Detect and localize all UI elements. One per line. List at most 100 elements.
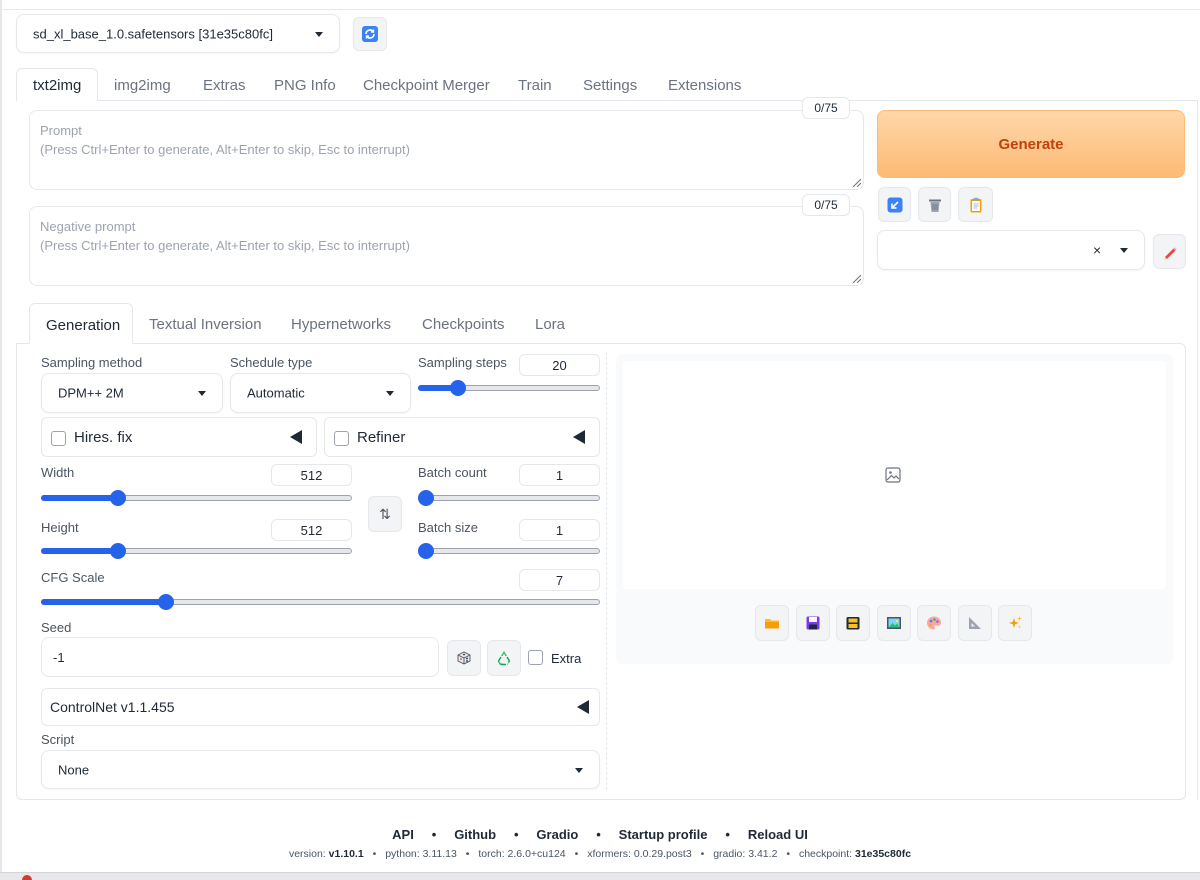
left-border xyxy=(0,0,2,880)
slider-thumb[interactable] xyxy=(449,380,466,396)
version-label: version: xyxy=(288,848,326,860)
prompt-textarea[interactable]: Prompt (Press Ctrl+Enter to generate, Al… xyxy=(29,110,864,190)
seed-input[interactable]: -1 xyxy=(41,637,439,677)
archive-icon xyxy=(846,617,860,630)
batch-size-label: Batch size xyxy=(418,520,478,535)
slider-thumb[interactable] xyxy=(110,543,127,559)
footer-separator: • xyxy=(372,848,377,860)
height-slider[interactable] xyxy=(41,543,352,559)
footer-link-api[interactable]: API xyxy=(392,827,414,842)
slider-thumb[interactable] xyxy=(157,594,174,610)
tab-extras[interactable]: Extras xyxy=(203,77,246,94)
save-button[interactable] xyxy=(796,605,830,641)
reuse-seed-button[interactable] xyxy=(487,640,521,676)
tab-generation[interactable]: Generation xyxy=(29,303,133,344)
taskbar-app-icon xyxy=(22,875,32,880)
footer-links: API • Github • Gradio • Startup profile … xyxy=(0,826,1200,842)
checkpoint-select[interactable]: sd_xl_base_1.0.safetensors [31e35c80fc] xyxy=(16,14,340,53)
upscale-button[interactable] xyxy=(998,605,1032,641)
slider-fill xyxy=(41,548,119,554)
tab-png-info[interactable]: PNG Info xyxy=(274,77,336,94)
send-to-inpaint-button[interactable] xyxy=(917,605,951,641)
cfg-scale-slider[interactable] xyxy=(41,594,600,610)
tab-textual-inversion[interactable]: Textual Inversion xyxy=(149,316,262,333)
script-select[interactable]: None xyxy=(41,750,600,789)
prompt-placeholder: (Press Ctrl+Enter to generate, Alt+Enter… xyxy=(40,142,410,157)
swap-arrows-icon: ⇅ xyxy=(379,505,391,522)
clear-prompt-button[interactable] xyxy=(918,187,951,222)
slider-thumb[interactable] xyxy=(418,543,434,559)
footer-link-github[interactable]: Github xyxy=(454,827,496,842)
tab-label: txt2img xyxy=(33,77,82,94)
send-to-img2img-button[interactable] xyxy=(877,605,911,641)
read-params-button[interactable] xyxy=(878,187,911,222)
tab-train[interactable]: Train xyxy=(518,77,552,94)
generate-button[interactable]: Generate xyxy=(877,110,1185,178)
tab-img2img[interactable]: img2img xyxy=(114,77,171,94)
negative-prompt-placeholder: (Press Ctrl+Enter to generate, Alt+Enter… xyxy=(40,238,410,253)
styles-select[interactable]: × xyxy=(877,230,1145,270)
tab-txt2img[interactable]: txt2img xyxy=(16,68,98,101)
clear-selection-icon[interactable]: × xyxy=(1093,242,1101,258)
slider-track xyxy=(418,495,600,501)
footer-link-reload-ui[interactable]: Reload UI xyxy=(748,827,808,842)
negative-prompt-textarea[interactable]: Negative prompt (Press Ctrl+Enter to gen… xyxy=(29,206,864,286)
extra-seed-checkbox[interactable] xyxy=(528,650,543,665)
open-folder-button[interactable] xyxy=(755,605,789,641)
slider-thumb[interactable] xyxy=(418,490,434,506)
tab-extensions[interactable]: Extensions xyxy=(668,77,741,94)
main-tabs: txt2img img2img Extras PNG Info Checkpoi… xyxy=(16,68,1198,101)
batch-size-slider[interactable] xyxy=(418,543,600,559)
edit-styles-button[interactable] xyxy=(1153,234,1186,269)
seed-value: -1 xyxy=(53,650,65,665)
controlnet-label: ControlNet v1.1.455 xyxy=(50,699,175,715)
width-label: Width xyxy=(41,465,75,480)
image-preview-area[interactable] xyxy=(623,361,1166,589)
batch-count-input[interactable]: 1 xyxy=(519,464,600,486)
controlnet-accordion[interactable]: ControlNet v1.1.455 xyxy=(41,688,600,726)
chevron-down-icon xyxy=(575,767,583,773)
python-version: python: 3.11.13 xyxy=(385,848,457,860)
footer-link-gradio[interactable]: Gradio xyxy=(536,827,578,842)
cfg-scale-input[interactable]: 7 xyxy=(519,569,600,591)
send-to-extras-button[interactable] xyxy=(958,605,992,641)
triangle-ruler-icon xyxy=(969,617,981,629)
tab-label: Generation xyxy=(46,317,121,334)
script-value: None xyxy=(58,762,90,777)
checkpoint-hash: 31e35c80fc xyxy=(854,848,912,860)
refresh-checkpoint-button[interactable] xyxy=(353,17,387,51)
tab-checkpoints[interactable]: Checkpoints xyxy=(422,316,505,333)
sampling-method-select[interactable]: DPM++ 2M xyxy=(41,373,223,413)
hires-fix-checkbox[interactable] xyxy=(51,431,66,446)
footer-link-startup-profile[interactable]: Startup profile xyxy=(619,827,708,842)
styles-clipboard-button[interactable] xyxy=(958,187,993,222)
resize-grip-icon[interactable] xyxy=(853,179,861,187)
save-zip-button[interactable] xyxy=(836,605,870,641)
tab-lora[interactable]: Lora xyxy=(535,316,565,333)
resize-grip-icon[interactable] xyxy=(853,275,861,283)
footer-separator: • xyxy=(431,827,437,842)
schedule-type-select[interactable]: Automatic xyxy=(230,373,411,413)
top-border xyxy=(0,0,1200,10)
slider-thumb[interactable] xyxy=(110,490,127,506)
width-input[interactable]: 512 xyxy=(271,464,352,486)
height-input[interactable]: 512 xyxy=(271,519,352,541)
refiner-label: Refiner xyxy=(357,429,406,446)
width-slider[interactable] xyxy=(41,490,352,506)
clipboard-icon xyxy=(970,197,981,212)
hires-fix-accordion[interactable]: Hires. fix xyxy=(41,417,317,457)
tab-settings[interactable]: Settings xyxy=(583,77,637,94)
taskbar-strip xyxy=(0,872,1200,880)
batch-count-slider[interactable] xyxy=(418,490,600,506)
sampling-steps-input[interactable]: 20 xyxy=(519,354,600,376)
random-seed-button[interactable] xyxy=(447,640,481,676)
batch-size-input[interactable]: 1 xyxy=(519,519,600,541)
refiner-checkbox[interactable] xyxy=(334,431,349,446)
seed-label: Seed xyxy=(41,620,72,635)
sampling-steps-slider[interactable] xyxy=(418,380,600,396)
swap-dimensions-button[interactable]: ⇅ xyxy=(368,496,402,532)
tab-hypernetworks[interactable]: Hypernetworks xyxy=(291,316,391,333)
prompt-label: Prompt xyxy=(40,123,82,138)
refiner-accordion[interactable]: Refiner xyxy=(324,417,600,457)
tab-checkpoint-merger[interactable]: Checkpoint Merger xyxy=(363,77,490,94)
